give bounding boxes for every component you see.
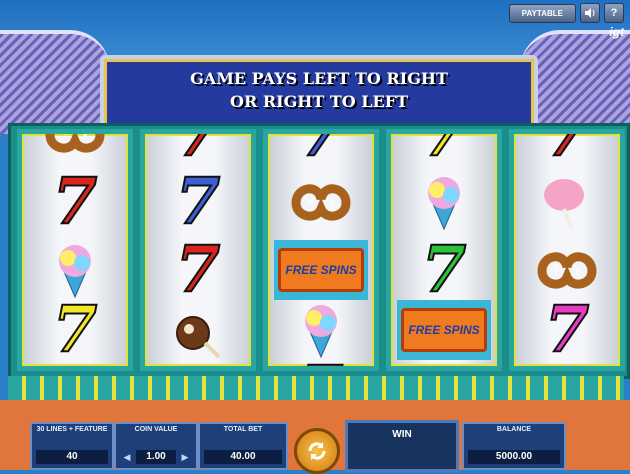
reel-5: 77 xyxy=(509,129,625,371)
win-display: WIN xyxy=(345,420,459,472)
snow-cone-symbol xyxy=(276,300,366,360)
lines-value: 40 xyxy=(36,450,108,464)
seven-glyph: 7 xyxy=(421,232,468,307)
coin-value-label: COIN VALUE xyxy=(134,426,178,433)
coin-value: 1.00 xyxy=(136,450,176,464)
seven-pink-symbol: 7 xyxy=(522,292,612,367)
seven-pink-symbol: 7 xyxy=(276,357,366,367)
snow-cone-symbol xyxy=(522,360,612,366)
balance-label: BALANCE xyxy=(496,426,532,433)
cotton-candy-symbol xyxy=(522,172,612,232)
free-spins-ticket: FREE SPINS xyxy=(401,308,487,352)
candy-apple-symbol xyxy=(399,360,489,371)
seven-glyph: 7 xyxy=(52,292,99,367)
seven-yellow-symbol: 7 xyxy=(399,129,489,171)
pretzel-icon xyxy=(45,134,105,153)
reel-2: 777 xyxy=(140,129,256,371)
seven-glyph: 7 xyxy=(544,129,591,171)
candy-apple-symbol xyxy=(30,360,120,371)
speaker-icon xyxy=(585,8,595,18)
popcorn-symbol xyxy=(153,360,243,371)
spin-button[interactable] xyxy=(294,428,340,474)
igt-logo: igt xyxy=(609,25,624,39)
snow-cone-icon xyxy=(305,305,337,359)
seven-green-symbol: 7 xyxy=(399,232,489,307)
seven-blue-symbol: 7 xyxy=(153,164,243,239)
marquee-sign: GAME PAYS LEFT TO RIGHT OR RIGHT TO LEFT xyxy=(100,55,538,133)
snow-cone-icon xyxy=(59,245,91,299)
free-spins-symbol: FREE SPINS xyxy=(276,240,366,300)
popcorn-icon xyxy=(163,361,233,371)
help-button[interactable]: ? xyxy=(604,3,624,23)
seven-glyph: 7 xyxy=(421,129,468,171)
seven-glyph: 7 xyxy=(298,129,345,171)
seven-glyph: 7 xyxy=(175,164,222,239)
pretzel-symbol xyxy=(522,240,612,300)
free-spins-ticket: FREE SPINS xyxy=(278,248,364,292)
reel-4: 7 7 FREE SPINS xyxy=(386,129,502,371)
sound-button[interactable] xyxy=(580,3,600,23)
top-toolbar: PAYTABLE ? xyxy=(508,3,624,23)
pretzel-symbol xyxy=(30,134,120,164)
seven-glyph: 7 xyxy=(175,129,222,171)
coin-increase-icon[interactable]: ▶ xyxy=(178,450,192,464)
seven-glyph: 7 xyxy=(52,164,99,239)
coin-decrease-icon[interactable]: ◀ xyxy=(120,450,134,464)
snow-cone-symbol xyxy=(30,240,120,300)
cotton-candy-icon xyxy=(544,179,584,230)
reel-3: 7 FREE SPINS 7 xyxy=(263,129,379,371)
total-bet-label: TOTAL BET xyxy=(223,426,263,433)
balance-panel: BALANCE 5000.00 xyxy=(462,422,566,470)
lines-label: 30 LINES + FEATURE xyxy=(36,426,108,433)
free-spins-symbol: FREE SPINS xyxy=(399,300,489,360)
marquee-text: GAME PAYS LEFT TO RIGHT OR RIGHT TO LEFT xyxy=(104,67,534,113)
seven-glyph: 7 xyxy=(544,292,591,367)
pretzel-symbol xyxy=(276,172,366,232)
pretzel-icon xyxy=(537,252,597,289)
total-bet-panel: TOTAL BET 40.00 xyxy=(198,422,288,470)
candy-apple-icon xyxy=(176,316,221,359)
marquee-line-1: GAME PAYS LEFT TO RIGHT xyxy=(190,69,448,88)
seven-yellow-symbol: 7 xyxy=(30,292,120,367)
snow-cone-symbol xyxy=(399,172,489,232)
coin-value-panel: COIN VALUE ◀ 1.00 ▶ xyxy=(114,422,198,470)
refresh-icon xyxy=(308,442,326,460)
win-label: WIN xyxy=(392,429,412,440)
seven-glyph: 7 xyxy=(298,357,345,367)
balance-value: 5000.00 xyxy=(468,450,560,464)
seven-red-symbol: 7 xyxy=(522,129,612,171)
roller-coaster-left xyxy=(0,30,110,134)
snow-cone-icon xyxy=(428,177,460,231)
pretzel-icon xyxy=(291,184,351,221)
lines-panel[interactable]: 30 LINES + FEATURE 40 xyxy=(30,422,114,470)
candy-apple-icon xyxy=(40,361,110,371)
snow-cone-icon xyxy=(561,365,573,366)
paytable-button[interactable]: PAYTABLE xyxy=(508,3,576,23)
total-bet-value: 40.00 xyxy=(204,450,282,464)
seven-blue-symbol: 7 xyxy=(276,129,366,171)
candy-apple-symbol xyxy=(153,300,243,360)
reel-1: 77 xyxy=(17,129,133,371)
marquee-line-2: OR RIGHT TO LEFT xyxy=(230,92,408,111)
seven-red-symbol: 7 xyxy=(30,164,120,239)
candy-apple-icon xyxy=(409,361,479,371)
seven-red-symbol: 7 xyxy=(153,129,243,171)
seven-glyph: 7 xyxy=(175,232,222,307)
seven-red-symbol: 7 xyxy=(153,232,243,307)
